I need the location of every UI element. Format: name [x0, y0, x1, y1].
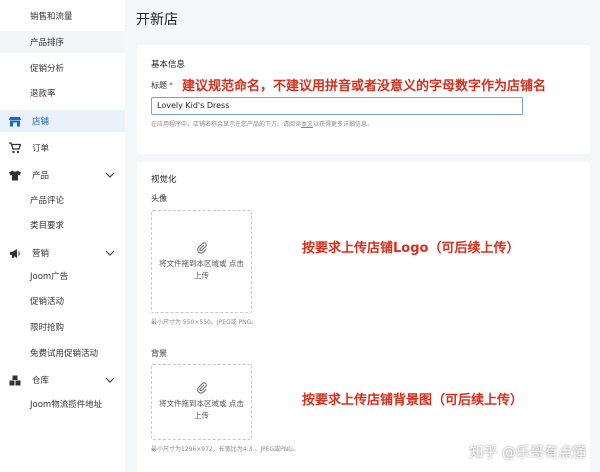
- sidebar-item-flash-sales[interactable]: 限时抢购: [0, 316, 125, 338]
- background-hint: 最小尺寸为1296×972，长宽比为4:3 。JPEG或PNG。: [151, 446, 299, 453]
- sidebar-item-joom-logistics-pickup[interactable]: Joom物流揽件地址: [0, 393, 125, 415]
- sidebar-item-free-trial-promo[interactable]: 免费试用促销活动: [0, 342, 125, 364]
- sidebar-item-product-reviews[interactable]: 产品评论: [0, 189, 125, 211]
- sidebar-item-store[interactable]: 店铺: [0, 110, 125, 132]
- store-name-hint: 在应用程序中，店铺名称会显示在您产品的下方。请阅读本文以获得更多详细信息。: [151, 121, 374, 128]
- shirt-icon: [8, 168, 22, 182]
- hint-article-link[interactable]: 本文: [301, 121, 313, 128]
- paperclip-icon: [196, 241, 207, 254]
- avatar-label: 头像: [151, 194, 167, 203]
- cart-icon: [8, 141, 22, 155]
- store-name-input[interactable]: Lovely Kid's Dress: [151, 97, 523, 115]
- sidebar-item-promotions[interactable]: 促销活动: [0, 290, 125, 312]
- background-annotation: 按要求上传店铺背景图（可后续上传）: [302, 393, 524, 408]
- warehouse-icon: [8, 373, 22, 387]
- store-name-annotation: 建议规范命名，不建议用拼音或者没意义的字母数字作为店铺名: [182, 79, 547, 94]
- background-dropzone-text: 将文件拖到本区域或 点击 上传: [159, 399, 244, 420]
- avatar-annotation: 按要求上传店铺Logo（可后续上传）: [302, 241, 520, 256]
- sidebar-item-joom-ads[interactable]: Joom广告: [0, 265, 125, 287]
- sidebar-item-promo-analysis[interactable]: 促销分析: [0, 57, 125, 79]
- visual-section-title: 视觉化: [151, 175, 177, 185]
- sidebar-item-products[interactable]: 产品: [0, 164, 125, 186]
- page-title: 开新店: [136, 12, 178, 28]
- megaphone-icon: [8, 246, 22, 260]
- chevron-down-icon[interactable]: [105, 170, 115, 180]
- basic-info-card: 基本信息 标题 * 建议规范命名，不建议用拼音或者没意义的字母数字作为店铺名 Lo…: [137, 45, 590, 154]
- background-label: 背景: [151, 349, 167, 358]
- sidebar-item-category-requirements[interactable]: 类目要求: [0, 214, 125, 236]
- required-mark: *: [169, 81, 173, 90]
- sidebar-item-orders[interactable]: 订单: [0, 137, 125, 159]
- sidebar-item-warehouse[interactable]: 仓库: [0, 369, 125, 391]
- sidebar-item-marketing[interactable]: 营销: [0, 242, 125, 264]
- sidebar: 销售和流量 产品排序 促销分析 退款率 店铺 订单 产品 产品评论 类目要求 营…: [0, 0, 125, 472]
- avatar-dropzone-text: 将文件拖到本区域或 点击 上传: [159, 258, 244, 280]
- avatar-hint: 最小尺寸为 550×550。JPEG或 PNG。: [151, 319, 258, 326]
- basic-info-section-title: 基本信息: [151, 60, 186, 70]
- visual-card: 视觉化 头像 将文件拖到本区域或 点击 上传 最小尺寸为 550×550。JPE…: [137, 162, 590, 472]
- store-name-label: 标题 *: [151, 81, 173, 90]
- avatar-dropzone[interactable]: 将文件拖到本区域或 点击 上传: [151, 210, 252, 313]
- main-content: 开新店 基本信息 标题 * 建议规范命名，不建议用拼音或者没意义的字母数字作为店铺…: [125, 0, 600, 472]
- chevron-down-icon[interactable]: [105, 375, 115, 385]
- sidebar-item-sales-traffic[interactable]: 销售和流量: [0, 5, 125, 27]
- store-icon: [8, 114, 22, 128]
- paperclip-icon: [196, 382, 207, 394]
- sidebar-item-product-ranking[interactable]: 产品排序: [0, 31, 125, 53]
- chevron-down-icon[interactable]: [105, 248, 115, 258]
- sidebar-item-refund-rate[interactable]: 退款率: [0, 82, 125, 104]
- background-dropzone[interactable]: 将文件拖到本区域或 点击 上传: [151, 364, 252, 440]
- watermark: 知乎 @乐哥有点懂: [469, 445, 586, 461]
